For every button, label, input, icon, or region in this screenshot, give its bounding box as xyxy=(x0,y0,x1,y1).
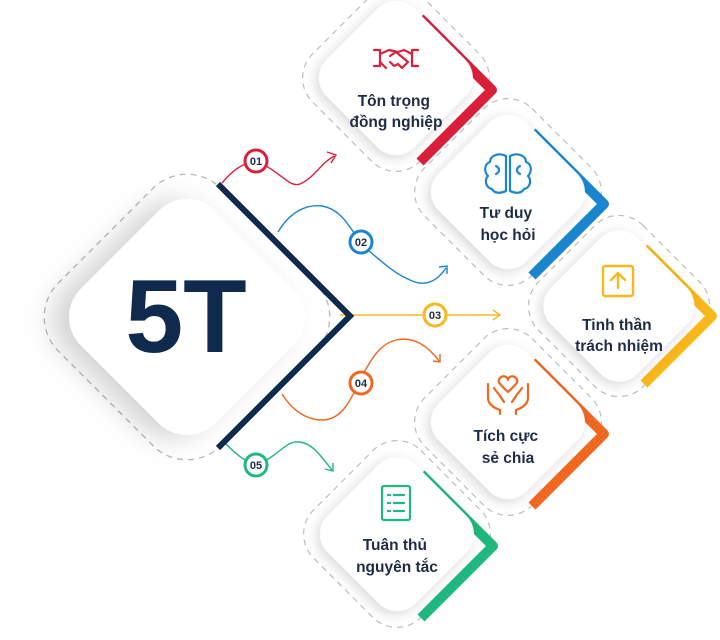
center-diamond: 5T xyxy=(43,173,355,461)
number-02: 02 xyxy=(355,237,367,249)
card-05-line1: Tuân thủ xyxy=(363,537,427,554)
card-01-line2: đồng nghiệp xyxy=(350,114,443,131)
card-03-line1: Tinh thần xyxy=(582,317,651,334)
center-label: 5T xyxy=(125,259,246,375)
card-02-line2: học hỏi xyxy=(480,227,535,244)
number-04: 04 xyxy=(355,378,368,390)
connector-04: 04 xyxy=(281,338,441,421)
five-t-diagram: 01 02 03 04 05 5T Tôn trọng đồng nghiệp … xyxy=(43,0,717,628)
number-03: 03 xyxy=(429,310,441,322)
connector-03: 03 xyxy=(340,302,502,328)
card-05-line2: nguyên tắc xyxy=(356,558,438,576)
card-04-line1: Tích cực xyxy=(474,428,539,445)
connector-05: 05 xyxy=(225,441,334,478)
number-01: 01 xyxy=(250,156,262,168)
card-04-line2: sẻ chia xyxy=(482,450,535,467)
card-01-line1: Tôn trọng xyxy=(358,93,430,110)
connector-01: 01 xyxy=(221,148,338,186)
card-02-line1: Tư duy xyxy=(480,205,533,222)
number-05: 05 xyxy=(250,460,262,472)
card-03-line2: trách nhiệm xyxy=(575,338,663,355)
